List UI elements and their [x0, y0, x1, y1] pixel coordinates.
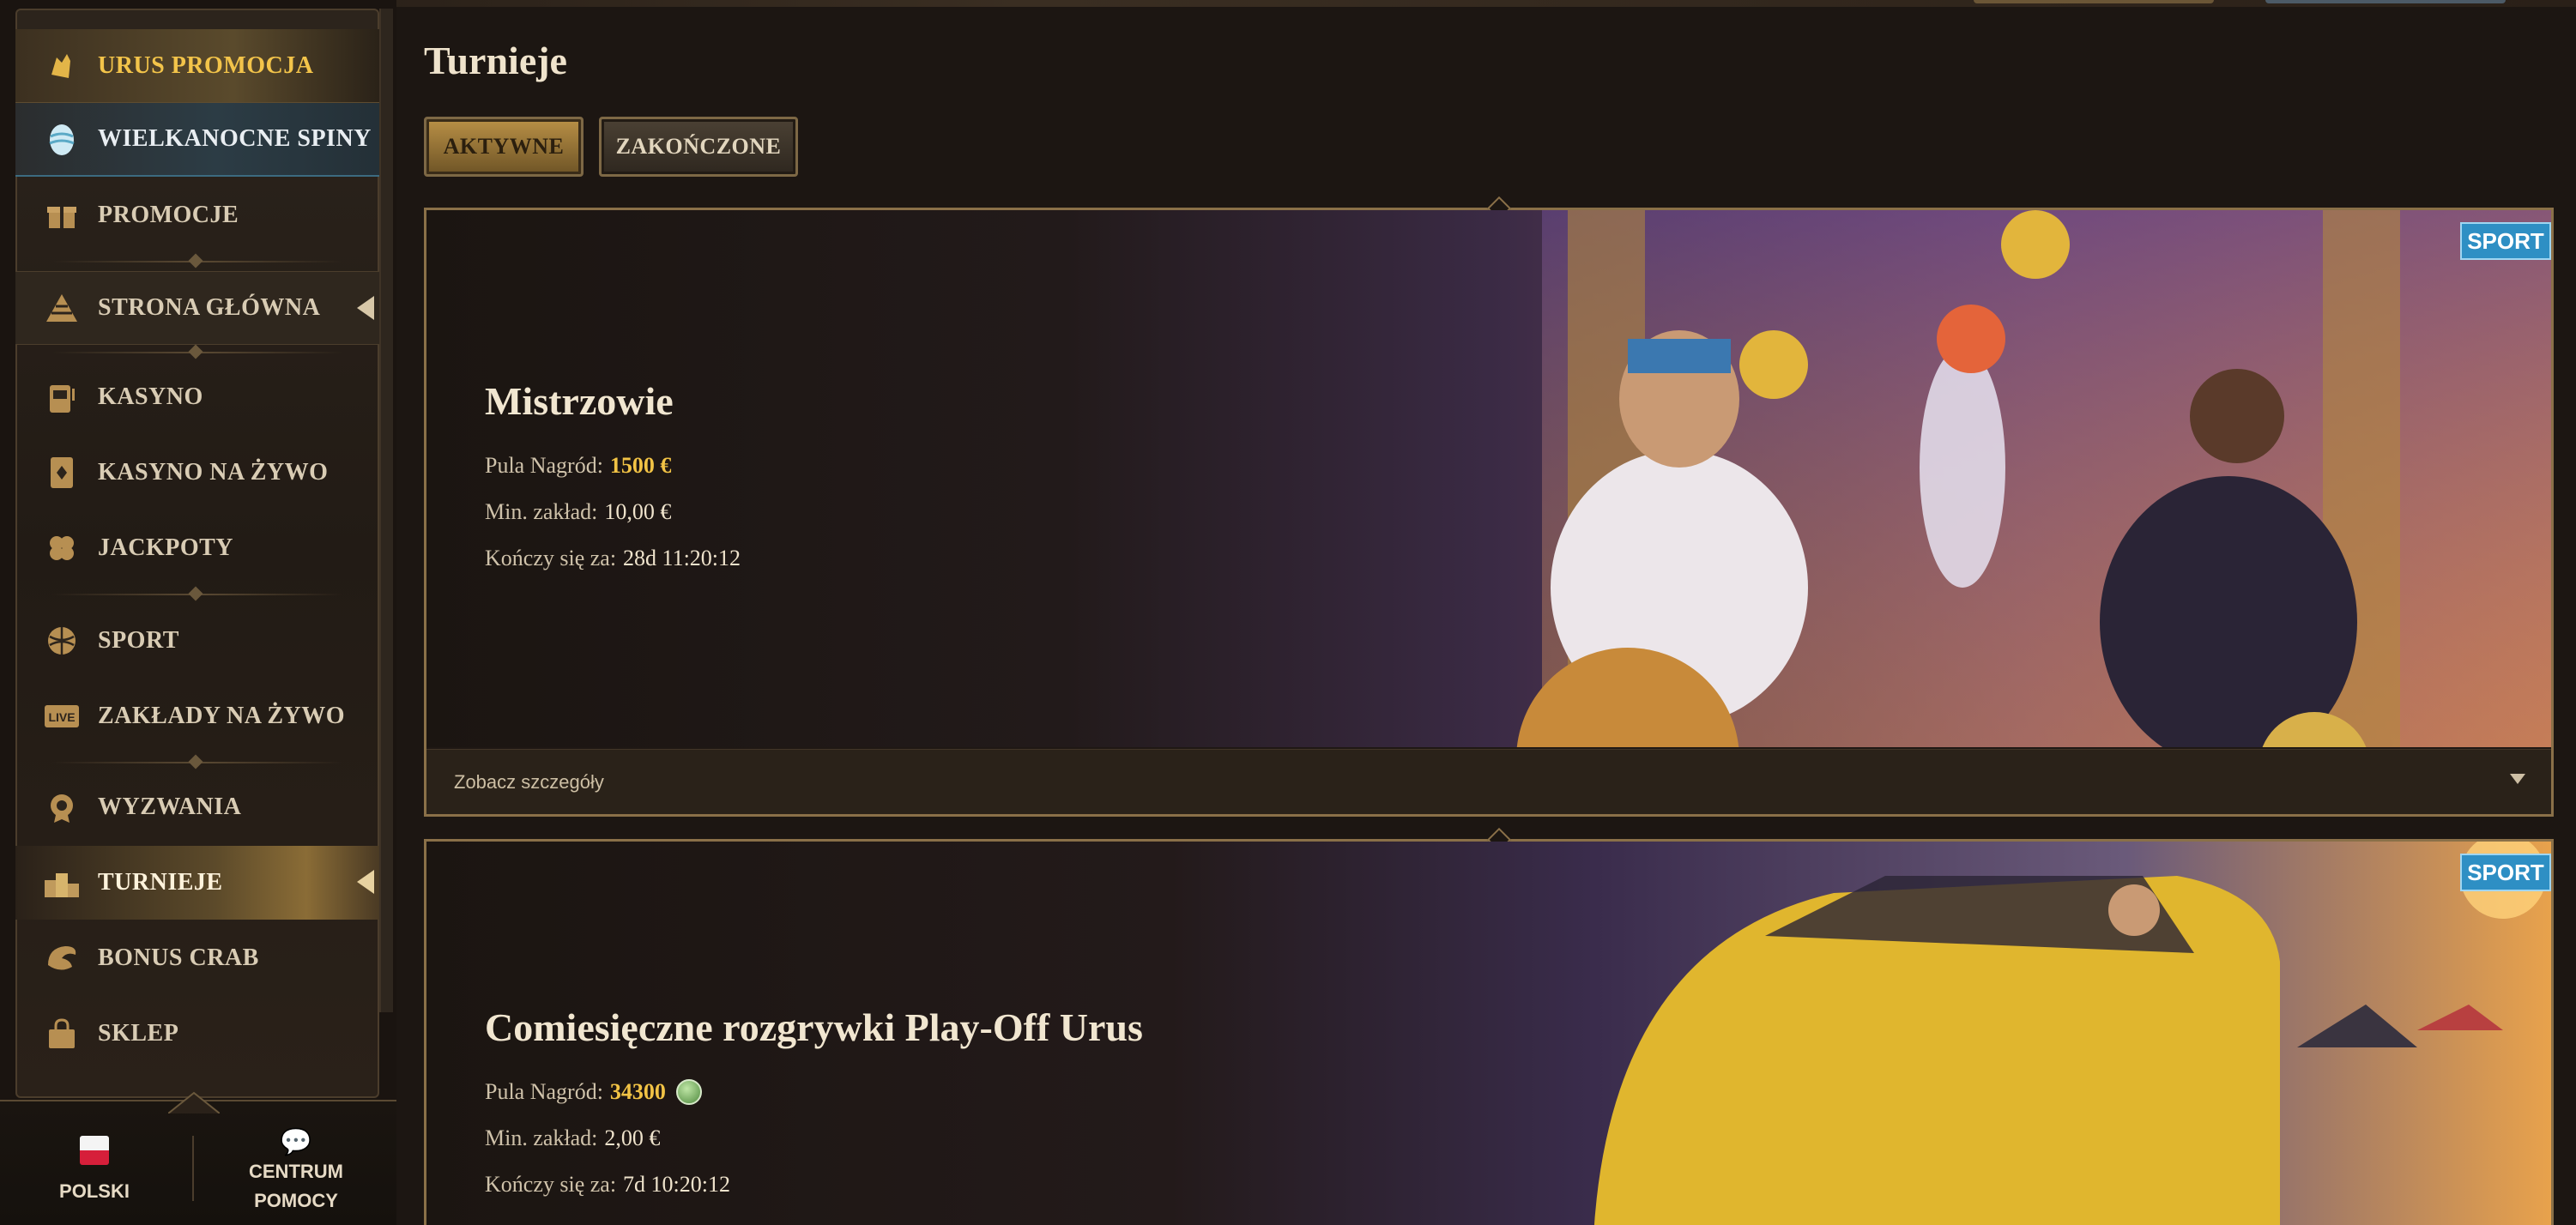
sidebar-item-label: URUS PROMOCJA [98, 51, 314, 79]
pyramid-icon [41, 287, 82, 329]
sidebar-item-label: KASYNO [98, 383, 203, 410]
language-label: POLSKI [59, 1180, 130, 1202]
active-arrow-icon [357, 870, 374, 894]
sidebar-item-wielkanocne-spiny[interactable]: WIELKANOCNE SPINY [15, 103, 379, 177]
sport-badge: SPORT [2460, 854, 2551, 891]
tournament-info: Comiesięczne rozgrywki Play-Off Urus Pul… [485, 1005, 1143, 1198]
sidebar-item-bonus-crab[interactable]: BONUS CRAB [15, 921, 379, 995]
footer-ornament-icon [168, 1091, 220, 1113]
sidebar-item-promocje[interactable]: PROMOCJE [15, 178, 379, 252]
tab-zakonczone[interactable]: ZAKOŃCZONE [599, 117, 798, 177]
sidebar-item-label: JACKPOTY [98, 534, 233, 561]
sidebar-divider [51, 261, 343, 262]
crab-claw-icon [41, 938, 82, 979]
main-content: Turnieje AKTYWNE ZAKOŃCZONE SPORT Mistrz… [396, 7, 2576, 1225]
sidebar-item-label: PROMOCJE [98, 202, 239, 228]
gift-icon [41, 195, 82, 236]
ends-in-row: Kończy się za: 28d 11:20:12 [485, 546, 741, 571]
sidebar-item-urus-promocja[interactable]: URUS PROMOCJA [15, 29, 379, 103]
sidebar-item-jackpoty[interactable]: JACKPOTY [15, 511, 379, 585]
sidebar-item-label: ZAKŁADY NA ŻYWO [98, 703, 346, 729]
podium-icon [41, 862, 82, 903]
tournament-title: Mistrzowie [485, 379, 674, 423]
tournament-card[interactable]: SPORT Comiesięczne rozgrywki Play-Off Ur… [424, 827, 2554, 1225]
ends-in-value: 7d 10:20:12 [623, 1172, 730, 1197]
see-details-toggle[interactable]: Zobacz szczegóły [426, 749, 2551, 814]
sidebar-divider [51, 594, 343, 595]
bull-icon [41, 45, 82, 87]
prize-pool-row: Pula Nagród: 34300 [485, 1079, 1143, 1105]
top-button-left[interactable] [1974, 0, 2214, 3]
sidebar-item-sklep[interactable]: SKLEP [15, 997, 379, 1071]
help-center-label: CENTRUM POMOCY [249, 1161, 343, 1211]
slot-machine-icon [41, 377, 82, 418]
sidebar-divider [51, 762, 343, 763]
prize-pool-label: Pula Nagród: [485, 1079, 603, 1104]
shop-bag-icon [41, 1013, 82, 1054]
sidebar-item-label: WYZWANIA [98, 794, 242, 820]
sidebar-item-label: TURNIEJE [98, 869, 223, 896]
sidebar-scrollbar[interactable] [379, 9, 393, 1012]
sport-badge: SPORT [2460, 222, 2551, 260]
sidebar-item-label: SPORT [98, 627, 179, 654]
ends-in-label: Kończy się za: [485, 546, 617, 570]
tournament-banner-image [426, 210, 2551, 747]
sidebar-item-label: STRONA GŁÓWNA [98, 294, 321, 321]
sidebar-item-kasyno[interactable]: KASYNO [15, 360, 379, 434]
sidebar-item-strona-glowna[interactable]: STRONA GŁÓWNA [15, 271, 379, 345]
prize-pool-row: Pula Nagród: 1500 € [485, 453, 741, 479]
min-bet-label: Min. zakład: [485, 1125, 598, 1150]
sidebar-item-sport[interactable]: SPORT [15, 604, 379, 678]
sidebar-footer: POLSKI 💬 CENTRUM POMOCY [0, 1091, 396, 1225]
ends-in-label: Kończy się za: [485, 1172, 617, 1197]
min-bet-label: Min. zakład: [485, 499, 598, 524]
sidebar: URUS PROMOCJA WIELKANOCNE SPINY PROMOCJE… [0, 0, 396, 1225]
tournament-title: Comiesięczne rozgrywki Play-Off Urus [485, 1005, 1143, 1049]
playing-card-icon [41, 452, 82, 493]
tournament-card[interactable]: SPORT Mistrzowie Pula Nagród: 1500 € Min… [424, 196, 2554, 817]
coin-icon [675, 1079, 702, 1105]
see-details-label: Zobacz szczegóły [454, 770, 604, 793]
tournament-info: Mistrzowie Pula Nagród: 1500 € Min. zakł… [485, 378, 741, 571]
ends-in-row: Kończy się za: 7d 10:20:12 [485, 1172, 1143, 1198]
sidebar-item-turnieje[interactable]: TURNIEJE [15, 846, 379, 920]
language-selector[interactable]: POLSKI [34, 1136, 154, 1206]
help-center-button[interactable]: 💬 CENTRUM POMOCY [223, 1127, 369, 1216]
medal-icon [41, 787, 82, 828]
footer-divider [192, 1136, 194, 1201]
active-arrow-icon [357, 296, 374, 320]
min-bet-row: Min. zakład: 2,00 € [485, 1125, 1143, 1151]
live-icon-text: LIVE [48, 710, 75, 724]
sidebar-item-label: SKLEP [98, 1020, 179, 1047]
sidebar-item-zaklady-na-zywo[interactable]: LIVE ZAKŁADY NA ŻYWO [15, 679, 379, 753]
easter-egg-icon [41, 118, 82, 160]
min-bet-row: Min. zakład: 10,00 € [485, 499, 741, 525]
prize-pool-value: 1500 € [609, 453, 672, 478]
clover-icon [41, 528, 82, 569]
sidebar-item-kasyno-na-zywo[interactable]: KASYNO NA ŻYWO [15, 436, 379, 510]
tab-aktywne[interactable]: AKTYWNE [424, 117, 584, 177]
live-icon: LIVE [41, 696, 82, 737]
sidebar-divider [51, 352, 343, 353]
chat-bubble-icon: 💬 [280, 1127, 312, 1157]
sidebar-item-label: KASYNO NA ŻYWO [98, 459, 329, 486]
sidebar-item-label: BONUS CRAB [98, 944, 259, 971]
top-button-right[interactable] [2265, 0, 2506, 3]
min-bet-value: 10,00 € [604, 499, 672, 524]
sidebar-item-wyzwania[interactable]: WYZWANIA [15, 770, 379, 844]
min-bet-value: 2,00 € [604, 1125, 661, 1150]
page-title: Turnieje [424, 39, 567, 82]
sidebar-item-label: WIELKANOCNE SPINY [98, 125, 372, 152]
ends-in-value: 28d 11:20:12 [623, 546, 741, 570]
prize-pool-value: 34300 [609, 1079, 666, 1104]
chevron-down-icon [2510, 774, 2525, 784]
poland-flag-icon [80, 1136, 109, 1165]
prize-pool-label: Pula Nagród: [485, 453, 603, 478]
ball-icon [41, 620, 82, 661]
